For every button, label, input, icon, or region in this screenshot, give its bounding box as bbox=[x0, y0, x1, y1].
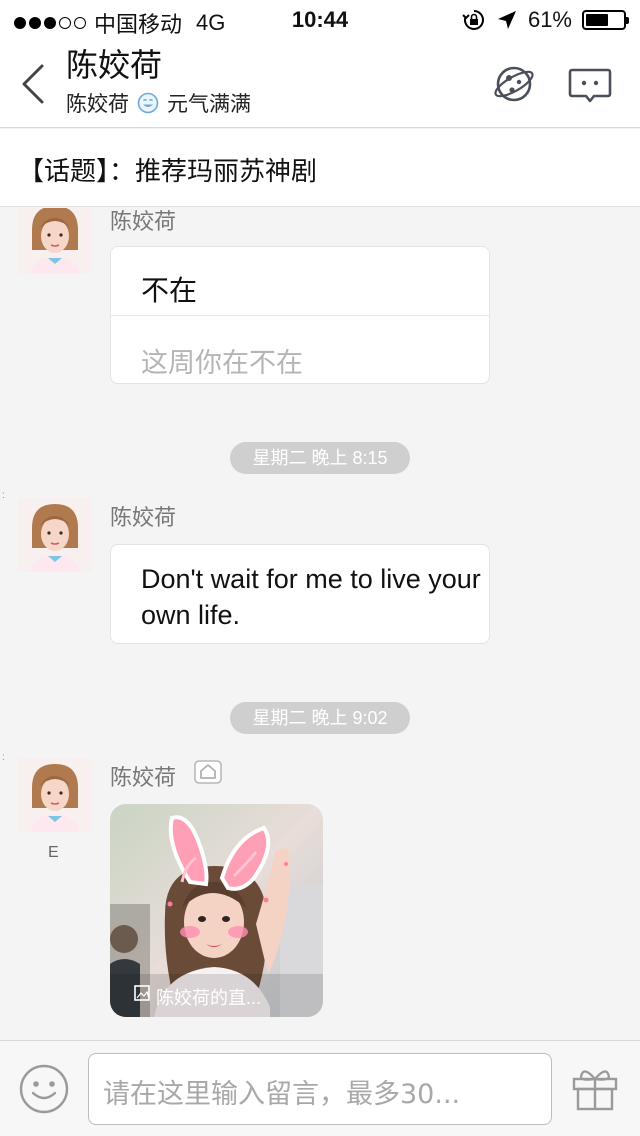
image-caption: 陈姣荷的直... bbox=[156, 988, 262, 1008]
timestamp-pill: 星期二 晚上 9:02 bbox=[230, 702, 410, 734]
status-bar: 中国移动 4G 10:44 61% bbox=[0, 0, 640, 40]
message-input-bar: 请在这里输入留言，最多30... bbox=[0, 1040, 640, 1136]
edge-mark: : bbox=[2, 752, 5, 763]
gift-icon[interactable] bbox=[570, 1063, 620, 1113]
battery-level-fill bbox=[586, 14, 608, 26]
quote-divider bbox=[111, 315, 489, 316]
quoted-text: 这周你在不在 bbox=[141, 348, 303, 378]
avatar-photo bbox=[18, 758, 92, 832]
location-arrow-icon bbox=[497, 11, 516, 29]
mood-smiley-icon bbox=[137, 92, 159, 114]
avatar-photo bbox=[18, 208, 92, 274]
avatar[interactable] bbox=[18, 498, 92, 572]
sender-name: 陈姣荷 bbox=[110, 505, 177, 530]
avatar[interactable] bbox=[18, 208, 92, 274]
member-badge-icon bbox=[194, 760, 222, 784]
avatar-photo bbox=[18, 498, 92, 572]
back-arrow-icon[interactable] bbox=[20, 62, 46, 106]
subtitle-name: 陈姣荷 bbox=[66, 93, 129, 116]
message-text: 不在 bbox=[141, 275, 198, 306]
planet-icon[interactable] bbox=[492, 62, 536, 106]
chat-header: 陈姣荷 陈姣荷 元气满满 bbox=[0, 40, 640, 128]
battery-percent: 61% bbox=[527, 7, 572, 32]
sender-name: 陈姣荷 bbox=[110, 209, 177, 234]
sender-name: 陈姣荷 bbox=[110, 765, 177, 790]
image-message[interactable]: 陈姣荷的直... bbox=[110, 804, 323, 1017]
message-text: Don't wait for me to live your own life. bbox=[141, 564, 481, 630]
message-input[interactable]: 请在这里输入留言，最多30... bbox=[88, 1053, 552, 1125]
topic-banner[interactable]: 【话题】：推荐玛丽苏神剧 bbox=[0, 129, 640, 207]
emoji-smiley-icon[interactable] bbox=[18, 1063, 70, 1115]
avatar-caption: E bbox=[48, 844, 59, 861]
chat-subtitle: 陈姣荷 元气满满 bbox=[66, 88, 251, 118]
timestamp-pill: 星期二 晚上 8:15 bbox=[230, 442, 410, 474]
chat-bubble-icon[interactable] bbox=[568, 62, 612, 106]
reply-bubble[interactable]: 不在 这周你在不在 bbox=[110, 246, 490, 384]
chat-title: 陈姣荷 bbox=[66, 47, 163, 83]
orientation-lock-icon bbox=[462, 10, 484, 30]
avatar[interactable] bbox=[18, 758, 92, 832]
status-bar-right: 61% bbox=[462, 7, 629, 33]
edge-mark: : bbox=[2, 490, 5, 501]
battery-icon bbox=[582, 10, 629, 30]
message-bubble[interactable]: Don't wait for me to live your own life. bbox=[110, 544, 490, 644]
subtitle-status: 元气满满 bbox=[167, 93, 251, 116]
